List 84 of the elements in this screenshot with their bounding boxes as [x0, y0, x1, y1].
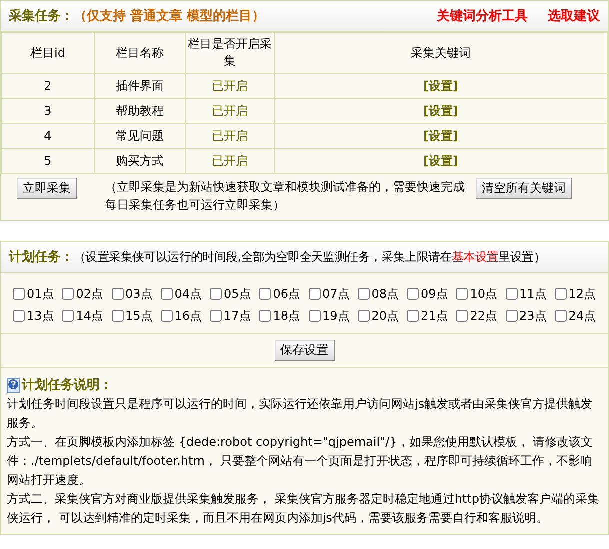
table-cell: 常见问题 — [94, 124, 186, 148]
hour-checkbox[interactable] — [506, 288, 518, 300]
hour-checkbox[interactable] — [210, 310, 222, 322]
table-cell: 3 — [2, 98, 94, 124]
hour-checkbox[interactable] — [62, 288, 74, 300]
notes-title: 计划任务说明： — [22, 377, 113, 395]
hour-label: 03点 — [126, 286, 153, 303]
hour-checkbox[interactable] — [13, 288, 25, 300]
tool-link[interactable]: 选取建议 — [548, 7, 600, 25]
settings-link[interactable]: [设置] — [424, 104, 458, 118]
status-cell: 已开启 — [186, 74, 274, 98]
hour-label: 05点 — [224, 286, 252, 303]
hour-checkbox[interactable] — [358, 288, 370, 300]
hour-label: 19点 — [322, 308, 350, 325]
hour-label: 12点 — [568, 286, 596, 303]
hour-label: 22点 — [470, 308, 498, 325]
hour-label: 16点 — [174, 308, 202, 325]
hour-label: 08点 — [372, 286, 400, 303]
hour-label: 21点 — [421, 308, 448, 325]
hour-checkbox[interactable] — [210, 288, 222, 300]
save-settings-button[interactable]: 保存设置 — [274, 340, 334, 361]
note-paragraph: 计划任务时间段设置只是程序可以运行的时间，实际运行还依靠用户访问网站js触发或者由采集侠官方提供触发服务。 — [7, 396, 594, 432]
hour-checkbox[interactable] — [407, 288, 419, 300]
panel-title: 计划任务： — [9, 249, 74, 266]
column-header: 栏目id — [2, 32, 94, 74]
hour-label: 18点 — [273, 308, 301, 325]
tool-link[interactable]: 关键词分析工具 — [437, 7, 528, 25]
hour-checkbox[interactable] — [456, 310, 468, 322]
hour-checkbox[interactable] — [160, 310, 173, 322]
hour-checkbox[interactable] — [62, 310, 74, 322]
hour-checkbox[interactable] — [554, 288, 567, 300]
column-header: 采集关键词 — [274, 32, 608, 74]
table-cell: 插件界面 — [94, 74, 186, 98]
hour-label: 11点 — [520, 286, 547, 303]
hour-label: 23点 — [520, 308, 547, 325]
hour-checkbox[interactable] — [308, 310, 320, 322]
settings-link[interactable]: [设置] — [424, 128, 458, 142]
hour-label: 06点 — [273, 286, 301, 303]
table-cell: 帮助教程 — [94, 98, 186, 124]
settings-link[interactable]: [设置] — [424, 154, 458, 168]
hour-checkbox[interactable] — [13, 310, 25, 322]
table-cell: 5 — [2, 148, 94, 174]
hour-label: 01点 — [27, 286, 54, 303]
collect-now-button[interactable]: 立即采集 — [17, 178, 77, 199]
hour-checkbox[interactable] — [160, 288, 173, 300]
hour-label: 14点 — [76, 308, 104, 325]
hour-checkbox[interactable] — [112, 310, 124, 322]
status-cell: 已开启 — [186, 148, 274, 174]
note-paragraph: 方式二、采集侠官方对商业版提供采集触发服务， 采集侠官方服务器定时稳定地通过http协议触发客户端的采集侠运行， 可以达到精准的定时采集，而且不用在网页内添加js代码，需要该服务需要自行和客服说明。 — [7, 491, 600, 527]
table-cell: 4 — [2, 124, 94, 148]
hour-checkbox[interactable] — [456, 288, 468, 300]
hour-checkbox[interactable] — [358, 310, 370, 322]
clear-keywords-button[interactable]: 清空所有关键词 — [476, 178, 572, 199]
help-icon — [7, 378, 20, 393]
hour-label: 07点 — [322, 286, 350, 303]
hour-checkbox[interactable] — [308, 288, 320, 300]
status-cell: 已开启 — [186, 124, 274, 148]
hour-checkbox[interactable] — [259, 288, 272, 300]
hour-label: 17点 — [224, 308, 252, 325]
hour-label: 13点 — [27, 308, 54, 325]
hour-checkbox[interactable] — [259, 310, 272, 322]
table-cell: 购买方式 — [94, 148, 186, 174]
hour-checkbox[interactable] — [506, 310, 518, 322]
note-paragraph: 方式一、在页脚模板内添加标签 {dede:robot copyright="qjpemail"/}，如果您使用默认模板， 请修改该文件：./templets/default/footer.htm， 只要整个网站有一个页面是打开状态，程序即可持续循环工作，不影响网站打开速度。 — [7, 434, 594, 489]
schedule-hint: （设置采集侠可以运行的时间段,全部为空即全天监测任务，采集上限请在基本设置里设置） — [74, 248, 546, 266]
status-cell: 已开启 — [186, 98, 274, 124]
hour-label: 09点 — [421, 286, 448, 303]
hour-checkbox[interactable] — [112, 288, 124, 300]
hour-label: 15点 — [126, 308, 153, 325]
panel-subtitle: （仅支持 普通文章 模型的栏目） — [74, 8, 266, 25]
hour-label: 04点 — [174, 286, 202, 303]
basic-settings-link[interactable]: 基本设置 — [452, 250, 499, 264]
column-header: 栏目名称 — [94, 32, 186, 74]
hour-checkbox[interactable] — [554, 310, 567, 322]
settings-link[interactable]: [设置] — [424, 78, 458, 92]
hour-checkbox[interactable] — [407, 310, 419, 322]
table-cell: 2 — [2, 74, 94, 98]
panel-title: 采集任务： — [9, 8, 74, 25]
hour-label: 10点 — [470, 286, 498, 303]
hour-label: 02点 — [76, 286, 104, 303]
hour-label: 20点 — [372, 308, 400, 325]
collect-note: （立即采集是为新站快速获取文章和模块测试准备的，需要快速完成每日采集任务也可运行立即采集） — [105, 179, 466, 214]
column-header: 栏目是否开启采集 — [186, 32, 274, 74]
hour-label: 24点 — [568, 308, 596, 325]
